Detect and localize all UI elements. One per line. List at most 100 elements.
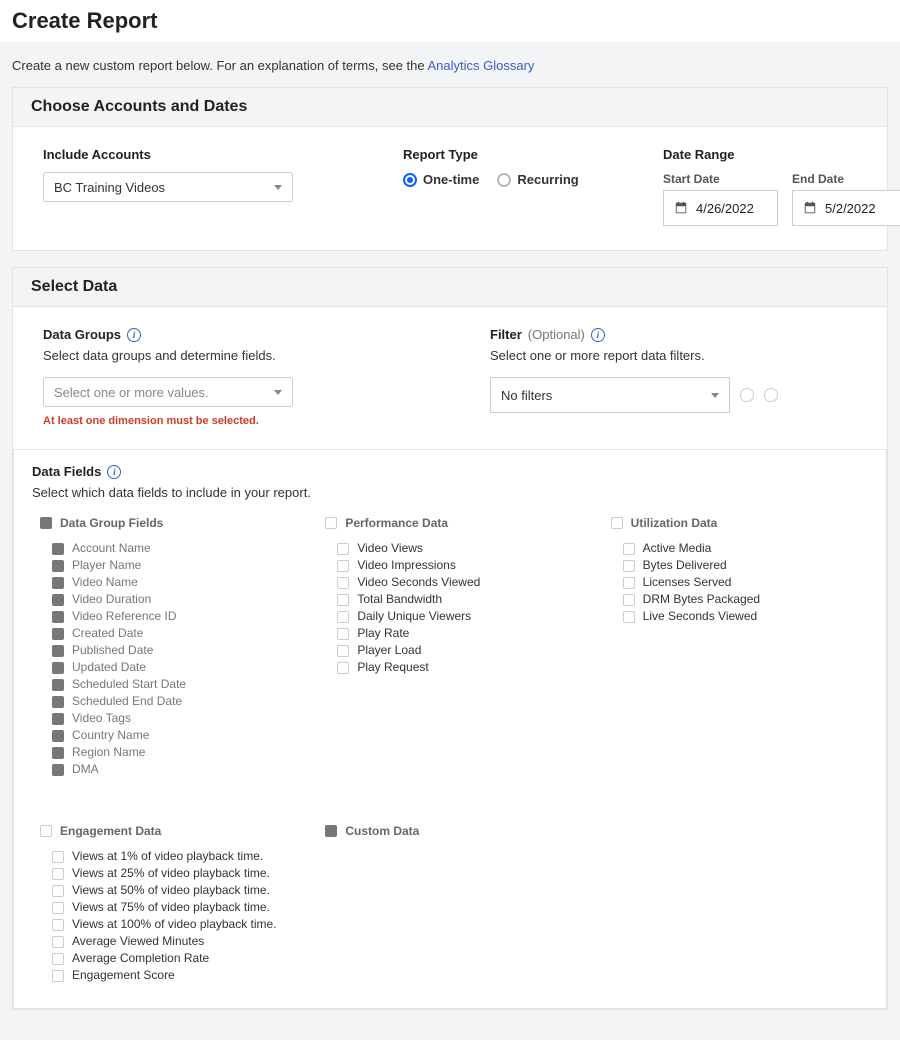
checkbox-disabled-icon[interactable] [52, 594, 64, 606]
field-item[interactable]: Play Rate [337, 625, 582, 642]
checkbox-icon[interactable] [337, 543, 349, 555]
field-item[interactable]: Country Name [52, 727, 297, 744]
checkbox-icon[interactable] [611, 517, 623, 529]
checkbox-disabled-icon[interactable] [52, 628, 64, 640]
field-item[interactable]: Video Impressions [337, 557, 582, 574]
field-item[interactable]: Published Date [52, 642, 297, 659]
checkbox-disabled-icon[interactable] [52, 730, 64, 742]
field-item[interactable]: Views at 100% of video playback time. [52, 916, 297, 933]
field-item[interactable]: Licenses Served [623, 574, 868, 591]
end-date-input[interactable]: 5/2/2022 [792, 190, 900, 226]
field-item[interactable]: Views at 50% of video playback time. [52, 882, 297, 899]
checkbox-icon[interactable] [325, 517, 337, 529]
field-item[interactable]: Region Name [52, 744, 297, 761]
field-item[interactable]: Daily Unique Viewers [337, 608, 582, 625]
field-item[interactable]: Average Completion Rate [52, 950, 297, 967]
field-item-label: Player Name [72, 557, 141, 574]
chevron-down-icon [711, 393, 719, 398]
radio-recurring-label: Recurring [517, 172, 578, 187]
field-item[interactable]: Total Bandwidth [337, 591, 582, 608]
field-item[interactable]: Views at 1% of video playback time. [52, 848, 297, 865]
checkbox-disabled-icon[interactable] [52, 713, 64, 725]
field-item[interactable]: Views at 75% of video playback time. [52, 899, 297, 916]
field-item[interactable]: Video Seconds Viewed [337, 574, 582, 591]
field-item[interactable]: Live Seconds Viewed [623, 608, 868, 625]
field-item[interactable]: Bytes Delivered [623, 557, 868, 574]
checkbox-indeterminate-icon[interactable] [325, 825, 337, 837]
group-data-group-fields: Data Group Fields Account NamePlayer Nam… [32, 516, 297, 778]
checkbox-disabled-icon[interactable] [52, 611, 64, 623]
checkbox-icon[interactable] [52, 885, 64, 897]
field-item[interactable]: Scheduled End Date [52, 693, 297, 710]
field-item[interactable]: Created Date [52, 625, 297, 642]
checkbox-disabled-icon[interactable] [52, 543, 64, 555]
checkbox-disabled-icon[interactable] [52, 560, 64, 572]
checkbox-icon[interactable] [623, 577, 635, 589]
field-item[interactable]: DRM Bytes Packaged [623, 591, 868, 608]
checkbox-icon[interactable] [337, 645, 349, 657]
calendar-icon [803, 201, 817, 215]
include-accounts-dropdown[interactable]: BC Training Videos [43, 172, 293, 202]
field-item-label: Play Rate [357, 625, 409, 642]
field-item[interactable]: Scheduled Start Date [52, 676, 297, 693]
checkbox-icon[interactable] [52, 902, 64, 914]
checkbox-disabled-icon[interactable] [52, 679, 64, 691]
checkbox-icon[interactable] [52, 953, 64, 965]
glossary-link[interactable]: Analytics Glossary [428, 58, 535, 73]
field-item[interactable]: Video Reference ID [52, 608, 297, 625]
checkbox-icon[interactable] [52, 919, 64, 931]
checkbox-icon[interactable] [337, 628, 349, 640]
field-item[interactable]: DMA [52, 761, 297, 778]
checkbox-icon[interactable] [623, 611, 635, 623]
field-item[interactable]: Video Duration [52, 591, 297, 608]
checkbox-icon[interactable] [623, 594, 635, 606]
checkbox-icon[interactable] [337, 662, 349, 674]
field-item-label: Play Request [357, 659, 428, 676]
field-item-label: Player Load [357, 642, 421, 659]
filter-dropdown[interactable]: No filters [490, 377, 730, 413]
end-date-value: 5/2/2022 [825, 201, 876, 216]
checkbox-disabled-icon[interactable] [52, 696, 64, 708]
data-groups-placeholder: Select one or more values. [54, 385, 209, 400]
info-icon[interactable]: i [127, 328, 141, 342]
checkbox-icon[interactable] [52, 970, 64, 982]
checkbox-icon[interactable] [337, 594, 349, 606]
checkbox-indeterminate-icon[interactable] [40, 517, 52, 529]
checkbox-icon[interactable] [337, 577, 349, 589]
checkbox-icon[interactable] [337, 560, 349, 572]
info-icon[interactable]: i [107, 465, 121, 479]
chevron-down-icon [274, 390, 282, 395]
checkbox-disabled-icon[interactable] [52, 764, 64, 776]
field-item[interactable]: Engagement Score [52, 967, 297, 984]
radio-recurring[interactable]: Recurring [497, 172, 578, 187]
field-item-label: Average Completion Rate [72, 950, 209, 967]
field-item[interactable]: Average Viewed Minutes [52, 933, 297, 950]
field-item-label: Licenses Served [643, 574, 732, 591]
checkbox-icon[interactable] [52, 936, 64, 948]
field-item[interactable]: Active Media [623, 540, 868, 557]
field-item[interactable]: Views at 25% of video playback time. [52, 865, 297, 882]
field-item[interactable]: Video Tags [52, 710, 297, 727]
checkbox-disabled-icon[interactable] [52, 577, 64, 589]
field-item[interactable]: Player Name [52, 557, 297, 574]
field-item[interactable]: Video Name [52, 574, 297, 591]
field-item[interactable]: Updated Date [52, 659, 297, 676]
checkbox-icon[interactable] [337, 611, 349, 623]
checkbox-disabled-icon[interactable] [52, 747, 64, 759]
start-date-input[interactable]: 4/26/2022 [663, 190, 778, 226]
checkbox-icon[interactable] [623, 543, 635, 555]
checkbox-icon[interactable] [52, 851, 64, 863]
field-item[interactable]: Video Views [337, 540, 582, 557]
data-groups-dropdown[interactable]: Select one or more values. [43, 377, 293, 407]
field-item[interactable]: Play Request [337, 659, 582, 676]
checkbox-disabled-icon[interactable] [52, 662, 64, 674]
checkbox-disabled-icon[interactable] [52, 645, 64, 657]
checkbox-icon[interactable] [40, 825, 52, 837]
field-item-label: Daily Unique Viewers [357, 608, 471, 625]
field-item[interactable]: Account Name [52, 540, 297, 557]
radio-one-time[interactable]: One-time [403, 172, 479, 187]
checkbox-icon[interactable] [623, 560, 635, 572]
checkbox-icon[interactable] [52, 868, 64, 880]
info-icon[interactable]: i [591, 328, 605, 342]
field-item[interactable]: Player Load [337, 642, 582, 659]
